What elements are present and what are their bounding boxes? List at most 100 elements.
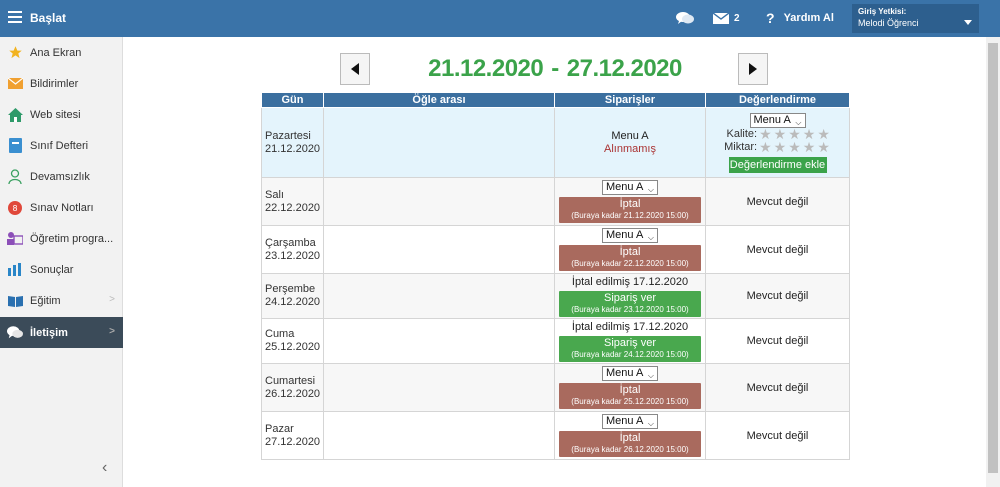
menu-select[interactable]: Menu A ⌵ — [602, 180, 658, 195]
app-title[interactable]: Başlat — [30, 11, 66, 25]
star-icon[interactable]: ★ — [759, 140, 772, 154]
cancel-order-button[interactable]: İptal (Buraya kadar 25.12.2020 15:00) — [559, 383, 701, 409]
chevron-down-icon: ⌵ — [647, 185, 654, 194]
order-cell: Menu A ⌵ İptal (Buraya kadar 21.12.2020 15… — [554, 177, 706, 226]
table-row: Cuma 25.12.2020 İptal edilmiş 17.12.2020 … — [261, 318, 850, 364]
sidebar-item-exam-grades[interactable]: 8 Sınav Notları — [0, 192, 123, 223]
column-header-orders: Siparişler — [554, 92, 706, 108]
day-date: 22.12.2020 — [265, 201, 321, 214]
menu-select-value: Menu A — [606, 181, 644, 193]
column-header-evaluation: Değerlendirme — [705, 92, 850, 108]
table-header-row: Gün Öğle arası Siparişler Değerlendirme — [261, 92, 850, 108]
order-cell: Menu A ⌵ İptal (Buraya kadar 22.12.2020 15… — [554, 225, 706, 274]
star-icon[interactable]: ★ — [774, 140, 787, 154]
menu-select[interactable]: Menu A ⌵ — [602, 366, 658, 381]
day-cell: Cumartesi 26.12.2020 — [261, 363, 324, 412]
help-label: Yardım Al — [783, 12, 834, 24]
person-icon — [7, 169, 23, 185]
cancel-order-button[interactable]: İptal (Buraya kadar 22.12.2020 15:00) — [559, 245, 701, 271]
column-header-lunch: Öğle arası — [323, 92, 555, 108]
star-icon[interactable]: ★ — [803, 140, 816, 154]
day-name: Pazartesi — [265, 129, 311, 142]
day-date: 21.12.2020 — [265, 142, 321, 155]
button-label: İptal — [619, 246, 641, 258]
lunch-cell — [323, 177, 555, 226]
evaluation-cell: Mevcut değil — [705, 318, 850, 364]
star-icon[interactable]: ★ — [788, 140, 801, 154]
mail-button[interactable]: 2 — [713, 8, 740, 28]
previous-week-button[interactable] — [340, 53, 370, 85]
deadline-text: (Buraya kadar 23.12.2020 15:00) — [571, 304, 689, 314]
envelope-icon — [713, 12, 729, 24]
next-week-button[interactable] — [738, 53, 768, 85]
sidebar-item-absence[interactable]: Devamsızlık — [0, 161, 123, 192]
button-label: Sipariş ver — [604, 336, 656, 349]
sidebar-item-label: Öğretim progra... — [30, 232, 114, 245]
caret-down-icon — [964, 20, 972, 25]
hamburger-menu-icon[interactable] — [8, 11, 22, 23]
order-cell: İptal edilmiş 17.12.2020 Sipariş ver (Bur… — [554, 318, 706, 364]
deadline-text: (Buraya kadar 21.12.2020 15:00) — [571, 211, 689, 220]
star-icon[interactable]: ★ — [817, 140, 830, 154]
envelope-icon — [7, 76, 23, 92]
person-board-icon — [7, 231, 23, 247]
menu-select[interactable]: Menu A ⌵ — [602, 228, 658, 243]
add-evaluation-button[interactable]: Değerlendirme ekle — [728, 156, 827, 173]
lunch-cell — [323, 318, 555, 364]
sidebar-item-home[interactable]: Ana Ekran — [0, 37, 123, 68]
day-name: Pazar — [265, 422, 294, 435]
button-label: Sipariş ver — [604, 291, 656, 304]
lunch-cell — [323, 225, 555, 274]
menu-select[interactable]: Menu A ⌵ — [602, 414, 658, 429]
place-order-button[interactable]: Sipariş ver (Buraya kadar 24.12.2020 15:0… — [559, 335, 701, 362]
menu-select[interactable]: Menu A ⌵ — [749, 112, 806, 128]
order-cell: Menu A ⌵ İptal (Buraya kadar 25.12.2020 15… — [554, 363, 706, 412]
role-selector[interactable]: Giriş Yetkisi: Melodi Öğrenci — [852, 4, 979, 33]
cancel-order-button[interactable]: İptal (Buraya kadar 21.12.2020 15:00) — [559, 197, 701, 223]
messages-icon[interactable] — [676, 8, 694, 28]
table-row: Cumartesi 26.12.2020 Menu A ⌵ İptal (Buraya… — [261, 363, 850, 412]
menu-select-value: Menu A — [606, 415, 644, 427]
lunch-cell — [323, 107, 555, 178]
day-name: Cumartesi — [265, 374, 316, 387]
day-date: 24.12.2020 — [265, 296, 321, 308]
sidebar-item-website[interactable]: Web sitesi — [0, 99, 123, 130]
svg-text:8: 8 — [12, 204, 17, 213]
menu-name: Menu A — [611, 129, 649, 142]
sidebar-item-classbook[interactable]: Sınıf Defteri — [0, 130, 123, 161]
day-cell: Cuma 25.12.2020 — [261, 318, 324, 364]
collapse-sidebar-icon[interactable]: ‹ — [102, 459, 107, 477]
sidebar-item-curriculum[interactable]: Öğretim progra... — [0, 223, 123, 254]
evaluation-cell: Menu A ⌵ Kalite: ★ ★ ★ ★ ★ Miktar: ★ ★ ★ ★ ★ Değe… — [705, 107, 850, 178]
sidebar-item-label: Sınıf Defteri — [30, 139, 89, 152]
place-order-button[interactable]: Sipariş ver (Buraya kadar 23.12.2020 15:0… — [559, 290, 701, 317]
table-row: Perşembe 24.12.2020 İptal edilmiş 17.12.2… — [261, 273, 850, 319]
quantity-rating: Miktar: ★ ★ ★ ★ ★ — [706, 140, 849, 154]
chat-icon — [7, 325, 23, 341]
help-button[interactable]: ? Yardım Al — [766, 8, 834, 28]
sidebar-item-communication[interactable]: İletişim > — [0, 317, 123, 348]
scrollbar-thumb[interactable] — [988, 43, 998, 473]
sidebar-item-results[interactable]: Sonuçlar — [0, 254, 123, 285]
cancel-order-button[interactable]: İptal (Buraya kadar 26.12.2020 15:00) — [559, 431, 701, 457]
button-label: İptal — [619, 432, 641, 444]
sidebar-item-label: Web sitesi — [30, 108, 81, 121]
week-range: 21.12.2020-27.12.2020 — [420, 53, 690, 85]
order-cell: Menu A ⌵ İptal (Buraya kadar 26.12.2020 15… — [554, 411, 706, 460]
lunch-cell — [323, 411, 555, 460]
deadline-text: (Buraya kadar 24.12.2020 15:00) — [571, 349, 689, 359]
sidebar-item-notifications[interactable]: Bildirimler — [0, 68, 123, 99]
chevron-right-icon: > — [109, 326, 115, 337]
evaluation-cell: Mevcut değil — [705, 177, 850, 226]
day-date: 27.12.2020 — [265, 435, 321, 448]
meal-schedule-table: Gün Öğle arası Siparişler Değerlendirme … — [261, 92, 850, 460]
sidebar-item-education[interactable]: Eğitim > — [0, 285, 123, 316]
star-icon — [7, 45, 23, 61]
day-date: 23.12.2020 — [265, 249, 321, 262]
week-separator: - — [551, 55, 559, 82]
menu-select-value: Menu A — [606, 229, 644, 241]
chevron-down-icon: ⌵ — [647, 419, 654, 428]
menu-select-value: Menu A — [606, 367, 644, 379]
week-end: 27.12.2020 — [566, 55, 683, 82]
home-icon — [7, 107, 23, 123]
